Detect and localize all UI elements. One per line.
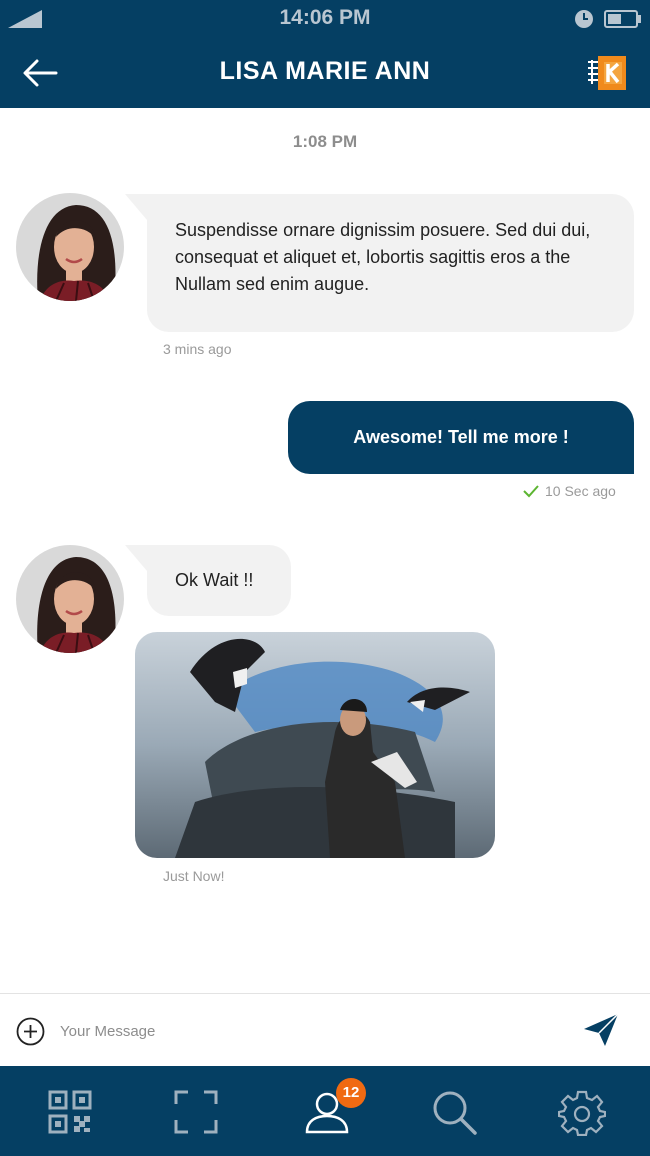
check-icon <box>523 485 539 498</box>
clock-icon <box>575 10 593 28</box>
bottom-nav <box>0 1066 650 1156</box>
message-time: 10 Sec ago <box>545 483 616 499</box>
incoming-message: Ok Wait !! <box>125 545 291 616</box>
add-attachment-icon[interactable] <box>16 1017 45 1046</box>
app-header: 14:06 PM LISA MARIE ANN <box>0 0 650 108</box>
message-time: 3 mins ago <box>163 341 232 357</box>
gear-icon[interactable] <box>558 1088 606 1136</box>
avatar[interactable] <box>16 193 124 301</box>
battery-icon <box>604 10 641 28</box>
contact-name: LISA MARIE ANN <box>219 57 431 85</box>
avatar[interactable] <box>16 545 124 653</box>
incoming-message: Suspendisse ornare dignissim posuere. Se… <box>125 194 634 332</box>
message-input[interactable] <box>60 1014 540 1048</box>
message-text: Ok Wait !! <box>175 570 254 590</box>
message-text: Awesome! Tell me more ! <box>353 427 569 447</box>
message-time: Just Now! <box>163 868 225 884</box>
qr-code-icon[interactable] <box>46 1088 94 1136</box>
outgoing-message: Awesome! Tell me more ! <box>288 401 634 474</box>
message-status: 10 Sec ago <box>522 483 616 499</box>
notification-badge: 12 <box>336 1078 366 1108</box>
brand-logo[interactable] <box>584 54 626 92</box>
scan-frame-icon[interactable] <box>172 1088 220 1136</box>
image-attachment[interactable] <box>135 632 495 858</box>
search-icon[interactable] <box>430 1088 478 1136</box>
send-icon[interactable] <box>583 1013 619 1047</box>
message-composer <box>0 993 650 1066</box>
message-text: Suspendisse ornare dignissim posuere. Se… <box>175 220 591 294</box>
conversation-timestamp: 1:08 PM <box>292 132 358 151</box>
status-time: 14:06 PM <box>279 6 371 29</box>
